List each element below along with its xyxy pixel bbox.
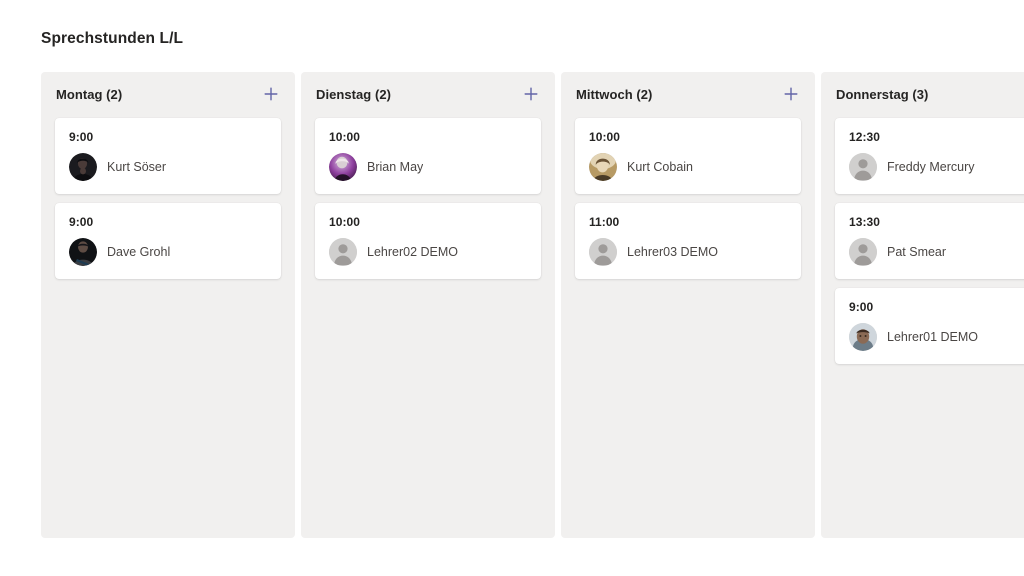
column-title-donnerstag: Donnerstag (3) xyxy=(836,86,929,102)
avatar xyxy=(69,153,97,181)
generic-person-icon xyxy=(329,238,357,266)
appointment-card[interactable]: 13:30 Pat Smear xyxy=(835,203,1024,279)
appointment-person: Kurt Cobain xyxy=(589,153,787,181)
day-column-dienstag: Dienstag (2) 10:00 Brian May 10:00 Lehrer02 … xyxy=(301,72,555,538)
person-name: Dave Grohl xyxy=(107,245,171,259)
add-appointment-button-dienstag[interactable] xyxy=(521,84,541,104)
avatar-photo-lehrer01-demo xyxy=(849,323,877,351)
appointment-time: 12:30 xyxy=(849,130,880,144)
column-header-montag: Montag (2) xyxy=(41,72,295,116)
appointment-time: 10:00 xyxy=(329,215,360,229)
avatar-photo-brian-may xyxy=(329,153,357,181)
avatar xyxy=(849,238,877,266)
column-title-dienstag: Dienstag (2) xyxy=(316,86,392,102)
kanban-board: Montag (2) 9:00 Kurt Söser 9:00 Dave Grohl Di… xyxy=(41,72,1024,538)
appointment-card[interactable]: 12:30 Freddy Mercury xyxy=(835,118,1024,194)
generic-person-icon xyxy=(849,153,877,181)
appointment-card[interactable]: 9:00 Kurt Söser xyxy=(55,118,281,194)
plus-icon xyxy=(264,87,278,101)
person-name: Kurt Söser xyxy=(107,160,167,174)
avatar xyxy=(589,238,617,266)
avatar-photo-kurt-cobain xyxy=(589,153,617,181)
column-header-donnerstag: Donnerstag (3) xyxy=(821,72,1024,116)
appointment-card[interactable]: 9:00 Lehrer01 DEMO xyxy=(835,288,1024,364)
appointment-time: 9:00 xyxy=(69,130,94,144)
generic-person-icon xyxy=(589,238,617,266)
appointment-time: 11:00 xyxy=(589,215,620,229)
appointment-person: Lehrer01 DEMO xyxy=(849,323,1024,351)
appointment-person: Lehrer02 DEMO xyxy=(329,238,527,266)
person-name: Kurt Cobain xyxy=(627,160,694,174)
appointment-card[interactable]: 9:00 Dave Grohl xyxy=(55,203,281,279)
appointment-card[interactable]: 10:00 Lehrer02 DEMO xyxy=(315,203,541,279)
generic-person-icon xyxy=(849,238,877,266)
appointment-time: 10:00 xyxy=(329,130,360,144)
person-name: Freddy Mercury xyxy=(887,160,975,174)
person-name: Pat Smear xyxy=(887,245,947,259)
avatar xyxy=(849,323,877,351)
appointment-time: 10:00 xyxy=(589,130,620,144)
column-body-mittwoch: 10:00 Kurt Cobain 11:00 Lehrer03 DEMO xyxy=(561,116,815,538)
appointment-time: 9:00 xyxy=(849,300,874,314)
appointment-time: 13:30 xyxy=(849,215,880,229)
day-column-mittwoch: Mittwoch (2) 10:00 Kurt Cobain 11:00 Lehrer0… xyxy=(561,72,815,538)
avatar xyxy=(329,238,357,266)
appointment-card[interactable]: 11:00 Lehrer03 DEMO xyxy=(575,203,801,279)
column-body-dienstag: 10:00 Brian May 10:00 Lehrer02 DEMO xyxy=(301,116,555,538)
appointment-person: Brian May xyxy=(329,153,527,181)
column-header-dienstag: Dienstag (2) xyxy=(301,72,555,116)
page-title: Sprechstunden L/L xyxy=(41,30,184,47)
person-name: Lehrer03 DEMO xyxy=(627,245,719,259)
appointment-person: Kurt Söser xyxy=(69,153,267,181)
plus-icon xyxy=(784,87,798,101)
person-name: Lehrer02 DEMO xyxy=(367,245,459,259)
plus-icon xyxy=(524,87,538,101)
add-appointment-button-mittwoch[interactable] xyxy=(781,84,801,104)
appointment-person: Lehrer03 DEMO xyxy=(589,238,787,266)
appointment-card[interactable]: 10:00 Kurt Cobain xyxy=(575,118,801,194)
appointment-person: Dave Grohl xyxy=(69,238,267,266)
appointment-card[interactable]: 10:00 Brian May xyxy=(315,118,541,194)
column-header-mittwoch: Mittwoch (2) xyxy=(561,72,815,116)
column-title-mittwoch: Mittwoch (2) xyxy=(576,86,653,102)
appointment-person: Pat Smear xyxy=(849,238,1024,266)
column-body-donnerstag: 12:30 Freddy Mercury 13:30 Pat Smear 9:00 Leh… xyxy=(821,116,1024,538)
avatar xyxy=(69,238,97,266)
avatar-photo-dave-grohl xyxy=(69,238,97,266)
person-name: Lehrer01 DEMO xyxy=(887,330,979,344)
avatar-photo-kurt-soeser xyxy=(69,153,97,181)
day-column-donnerstag: Donnerstag (3) 12:30 Freddy Mercury 13:30 Pa… xyxy=(821,72,1024,538)
add-appointment-button-montag[interactable] xyxy=(261,84,281,104)
day-column-montag: Montag (2) 9:00 Kurt Söser 9:00 Dave Grohl xyxy=(41,72,295,538)
column-body-montag: 9:00 Kurt Söser 9:00 Dave Grohl xyxy=(41,116,295,538)
appointment-time: 9:00 xyxy=(69,215,94,229)
avatar xyxy=(329,153,357,181)
person-name: Brian May xyxy=(367,160,424,174)
column-title-montag: Montag (2) xyxy=(56,86,123,102)
appointment-person: Freddy Mercury xyxy=(849,153,1024,181)
avatar xyxy=(849,153,877,181)
avatar xyxy=(589,153,617,181)
